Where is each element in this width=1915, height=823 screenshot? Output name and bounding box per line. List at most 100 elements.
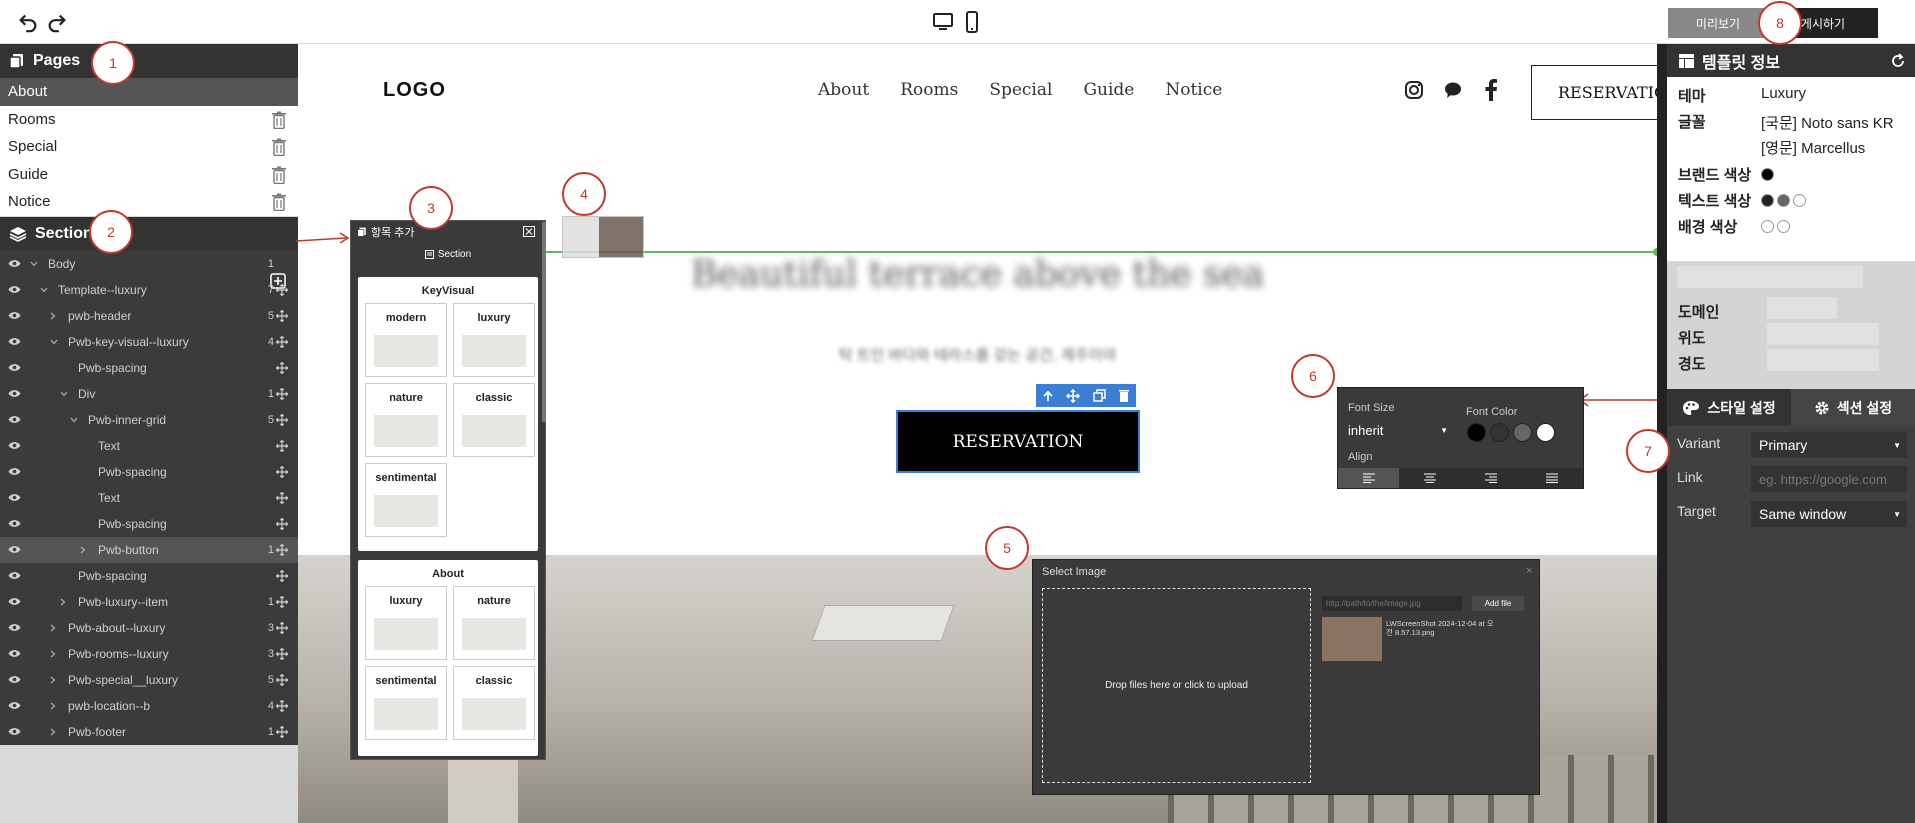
header-reservation-button[interactable]: RESERVATION <box>1531 65 1657 120</box>
chevron-right-icon[interactable] <box>50 702 60 710</box>
move-handle-icon[interactable] <box>276 413 288 426</box>
chevron-right-icon[interactable] <box>50 728 60 736</box>
eye-icon[interactable] <box>8 467 21 476</box>
chevron-right-icon[interactable] <box>50 650 60 658</box>
color-swatch[interactable] <box>1513 423 1532 442</box>
move-handle-icon[interactable] <box>276 465 288 478</box>
template-tile[interactable]: sentimental <box>365 463 447 537</box>
font-size-select[interactable]: inherit ▼ <box>1348 420 1452 440</box>
move-handle-icon[interactable] <box>276 699 288 712</box>
tree-node[interactable]: Pwb-spacing <box>0 459 298 485</box>
tree-node[interactable]: Pwb-about--luxury 3 <box>0 615 298 641</box>
tree-node[interactable]: Body 1 <box>0 251 298 277</box>
move-handle-icon[interactable] <box>276 725 288 738</box>
tree-node[interactable]: Pwb-footer 1 <box>0 719 298 745</box>
eye-icon[interactable] <box>8 259 21 268</box>
template-tile[interactable]: nature <box>365 383 447 457</box>
move-handle-icon[interactable] <box>276 543 288 556</box>
desktop-view-icon[interactable] <box>932 12 954 32</box>
eye-icon[interactable] <box>8 727 21 736</box>
link-input[interactable]: eg. https://google.com <box>1751 466 1907 492</box>
mobile-view-icon[interactable] <box>965 11 979 33</box>
eye-icon[interactable] <box>8 571 21 580</box>
move-handle-icon[interactable] <box>276 491 288 504</box>
target-select[interactable]: Same window ▼ <box>1751 501 1907 527</box>
undo-icon[interactable] <box>17 11 39 33</box>
eye-icon[interactable] <box>8 285 21 294</box>
move-handle-icon[interactable] <box>276 647 288 660</box>
eye-icon[interactable] <box>8 493 21 502</box>
nav-link[interactable]: Special <box>989 80 1052 100</box>
redo-icon[interactable] <box>46 11 68 33</box>
template-tile[interactable]: luxury <box>453 303 535 377</box>
chevron-right-icon[interactable] <box>80 546 90 554</box>
tree-node[interactable]: Pwb-spacing <box>0 511 298 537</box>
eye-icon[interactable] <box>8 597 21 606</box>
facebook-icon[interactable] <box>1484 79 1498 101</box>
move-handle-icon[interactable] <box>276 439 288 452</box>
chevron-right-icon[interactable] <box>60 598 70 606</box>
tree-node[interactable]: Pwb-special__luxury 5 <box>0 667 298 693</box>
eye-icon[interactable] <box>8 701 21 710</box>
hero-reservation-button[interactable]: RESERVATION <box>896 410 1140 473</box>
eye-icon[interactable] <box>8 519 21 528</box>
align-left-button[interactable] <box>1338 468 1400 488</box>
page-item[interactable]: Special <box>0 133 298 161</box>
page-item[interactable]: Guide <box>0 160 298 188</box>
page-item[interactable]: Rooms <box>0 105 298 133</box>
template-tile[interactable]: modern <box>365 303 447 377</box>
eye-icon[interactable] <box>8 389 21 398</box>
eye-icon[interactable] <box>8 545 21 554</box>
move-icon[interactable] <box>1066 388 1081 403</box>
tree-node[interactable]: Pwb-inner-grid 5 <box>0 407 298 433</box>
align-center-button[interactable] <box>1399 468 1460 488</box>
tree-node[interactable]: pwb-header 5 <box>0 303 298 329</box>
move-handle-icon[interactable] <box>276 309 288 322</box>
image-thumbnail[interactable] <box>1322 617 1382 661</box>
tree-node[interactable]: Pwb-spacing <box>0 355 298 381</box>
tree-node[interactable]: Pwb-luxury--item 1 <box>0 589 298 615</box>
template-tile[interactable]: luxury <box>365 586 447 660</box>
image-path-input[interactable]: http://path/to/the/image.jpg <box>1322 596 1462 611</box>
move-handle-icon[interactable] <box>276 673 288 686</box>
chevron-right-icon[interactable] <box>50 624 60 632</box>
tree-node[interactable]: Text <box>0 433 298 459</box>
delete-icon[interactable] <box>1118 389 1130 402</box>
eye-icon[interactable] <box>8 311 21 320</box>
page-item[interactable]: About <box>0 78 298 106</box>
tree-node[interactable]: Pwb-key-visual--luxury 4 <box>0 329 298 355</box>
chevron-right-icon[interactable] <box>50 312 60 320</box>
close-icon[interactable]: × <box>1526 565 1532 577</box>
scrollbar[interactable] <box>542 222 546 422</box>
eye-icon[interactable] <box>8 415 21 424</box>
tree-node[interactable]: Pwb-button 1 <box>0 536 298 563</box>
add-panel-tab[interactable]: Section <box>351 243 545 265</box>
align-right-button[interactable] <box>1461 468 1522 488</box>
trash-icon[interactable] <box>271 138 287 156</box>
close-icon[interactable] <box>523 226 535 237</box>
tree-node[interactable]: pwb-location--b 4 <box>0 693 298 719</box>
variant-select[interactable]: Primary ▼ <box>1751 432 1907 458</box>
eye-icon[interactable] <box>8 623 21 632</box>
chevron-down-icon[interactable] <box>40 287 50 293</box>
chat-icon[interactable] <box>1443 80 1463 100</box>
copy-icon[interactable] <box>1092 389 1106 402</box>
eye-icon[interactable] <box>8 441 21 450</box>
eye-icon[interactable] <box>8 337 21 346</box>
add-file-button[interactable]: Add file <box>1472 596 1524 611</box>
eye-icon[interactable] <box>8 649 21 658</box>
move-handle-icon[interactable] <box>276 517 288 530</box>
color-swatch[interactable] <box>1536 423 1555 442</box>
nav-link[interactable]: About <box>818 80 869 100</box>
chevron-down-icon[interactable] <box>50 339 60 345</box>
move-handle-icon[interactable] <box>276 621 288 634</box>
move-handle-icon[interactable] <box>276 335 288 348</box>
chevron-down-icon[interactable] <box>30 261 40 267</box>
template-tile[interactable]: classic <box>453 666 535 740</box>
template-tile[interactable]: nature <box>453 586 535 660</box>
image-file-name[interactable]: LWScreenShot 2024-12-04 at 오전 8.57.13.pn… <box>1386 619 1496 637</box>
tree-node[interactable]: Div 1 <box>0 381 298 407</box>
tree-node[interactable]: Pwb-spacing <box>0 563 298 589</box>
trash-icon[interactable] <box>271 193 287 211</box>
color-swatch[interactable] <box>1490 423 1509 442</box>
